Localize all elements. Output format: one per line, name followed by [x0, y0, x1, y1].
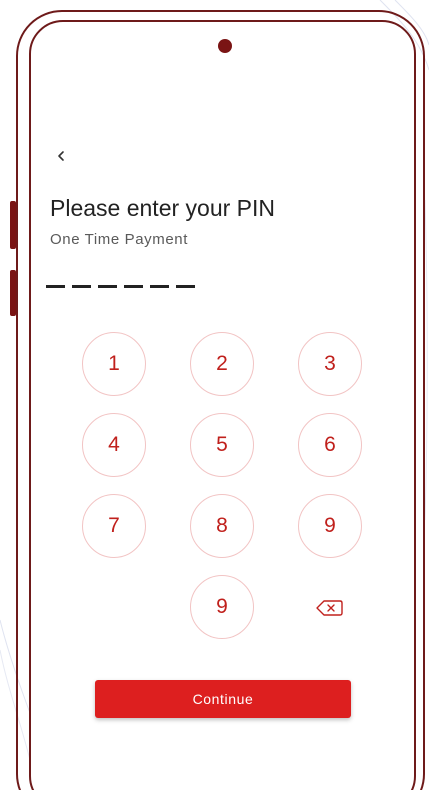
- phone-screen: [29, 20, 416, 790]
- keypad-key-7[interactable]: 7: [82, 494, 146, 558]
- keypad-key-1[interactable]: 1: [82, 332, 146, 396]
- page-title: Please enter your PIN: [50, 195, 276, 221]
- keypad-key-2[interactable]: 2: [190, 332, 254, 396]
- page-subtitle: One Time Payment: [50, 231, 188, 248]
- front-camera: [218, 39, 232, 53]
- pin-slot: [176, 285, 195, 288]
- keypad-key-4[interactable]: 4: [82, 413, 146, 477]
- pin-slot: [72, 285, 91, 288]
- keypad-key-6[interactable]: 6: [298, 413, 362, 477]
- pin-slot: [124, 285, 143, 288]
- back-button[interactable]: [52, 145, 72, 167]
- keypad-key-bottom[interactable]: 9: [190, 575, 254, 639]
- keypad-key-5[interactable]: 5: [190, 413, 254, 477]
- pin-input-slots[interactable]: [46, 285, 196, 289]
- pin-slot: [46, 285, 65, 288]
- keypad-key-8[interactable]: 8: [190, 494, 254, 558]
- chevron-left-icon: [58, 151, 64, 161]
- backspace-button[interactable]: [313, 596, 347, 620]
- backspace-icon: [316, 600, 343, 616]
- keypad-key-3[interactable]: 3: [298, 332, 362, 396]
- continue-button[interactable]: Continue: [95, 680, 351, 718]
- pin-slot: [98, 285, 117, 288]
- pin-slot: [150, 285, 169, 288]
- keypad-key-9[interactable]: 9: [298, 494, 362, 558]
